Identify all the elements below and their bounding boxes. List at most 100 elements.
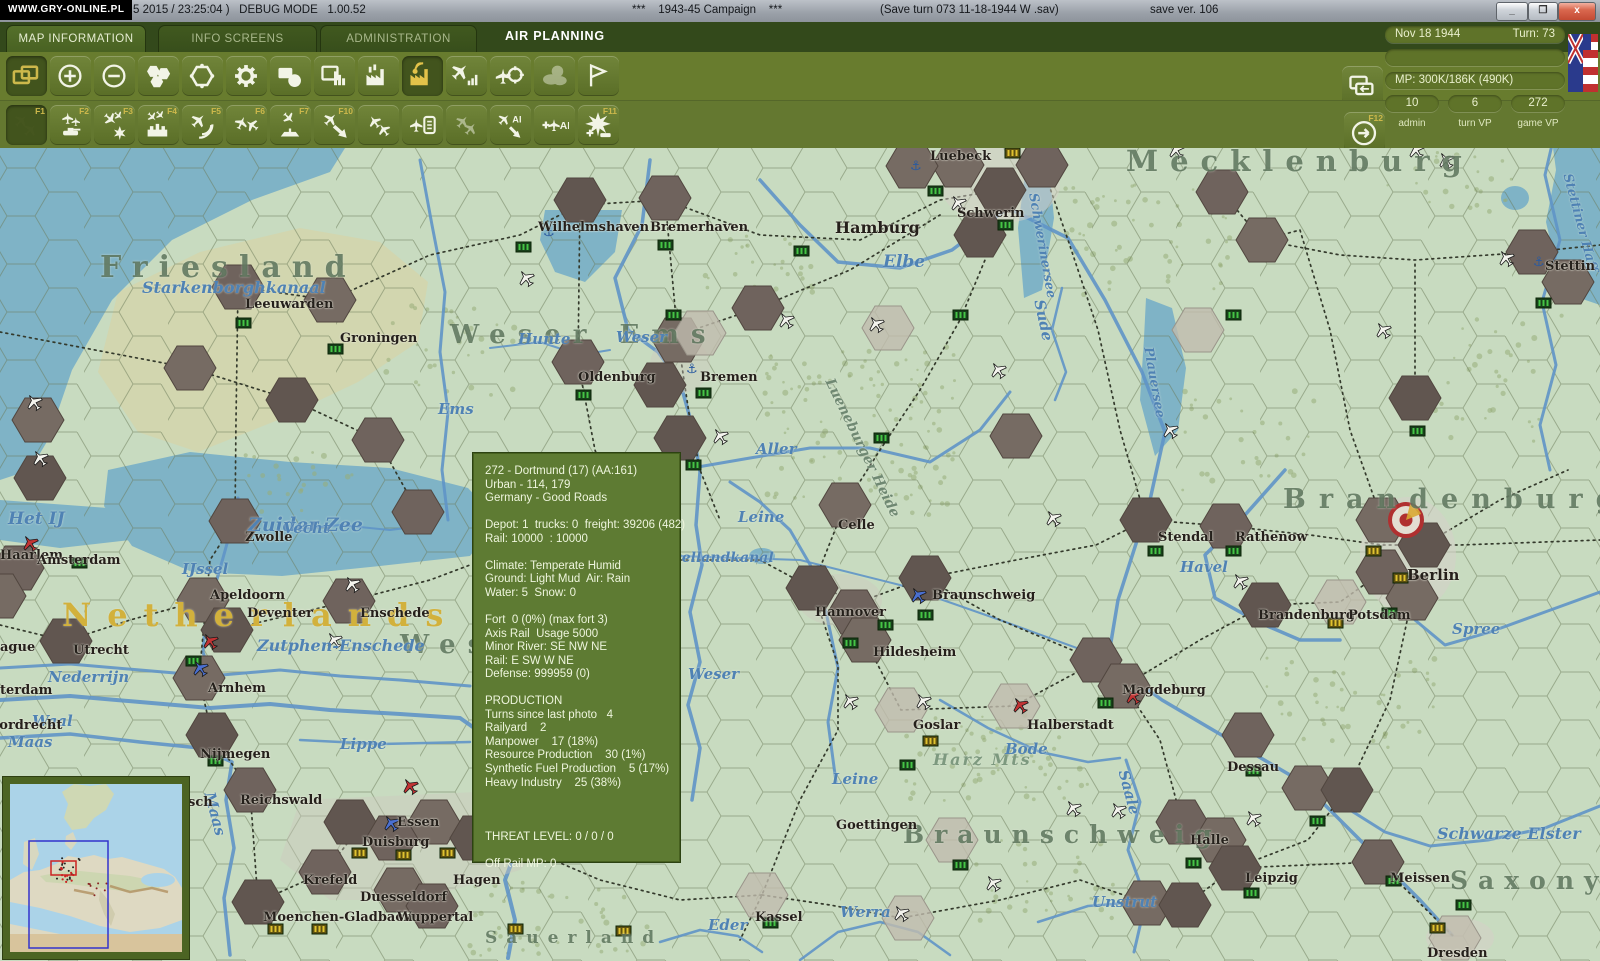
ground-unit-icon[interactable] bbox=[1310, 816, 1325, 826]
ground-attack-button-f3[interactable]: F3 bbox=[94, 105, 135, 145]
mp-pill: MP: 300K/186K (490K) bbox=[1385, 72, 1565, 89]
tooltip-line: Resource Production 30 (1%) bbox=[485, 749, 680, 763]
ground-unit-icon[interactable] bbox=[878, 620, 893, 630]
tooltip-line: Urban - 114, 179 bbox=[485, 479, 680, 493]
stat-pill: 6 bbox=[1448, 95, 1502, 112]
bomb-city-button-f11[interactable]: F11 bbox=[578, 105, 619, 145]
toggle-counters-button[interactable] bbox=[270, 56, 311, 96]
ground-unit-icon[interactable] bbox=[918, 610, 933, 620]
save-version: save ver. 106 bbox=[1150, 4, 1218, 16]
tooltip-line: Defense: 999959 (0) bbox=[485, 668, 680, 682]
campaign-title: *** 1943-45 Campaign *** bbox=[632, 4, 782, 16]
allies-flag-icon bbox=[1568, 34, 1598, 92]
ground-unit-icon[interactable] bbox=[1005, 148, 1020, 158]
ground-unit-icon[interactable] bbox=[208, 756, 223, 766]
zoom-in-button[interactable] bbox=[50, 56, 91, 96]
ground-unit-icon[interactable] bbox=[1386, 876, 1401, 886]
ground-unit-icon[interactable] bbox=[440, 848, 455, 858]
air-doctrine-button[interactable] bbox=[402, 105, 443, 145]
ground-unit-icon[interactable] bbox=[576, 390, 591, 400]
ground-unit-icon[interactable] bbox=[686, 460, 701, 470]
minimize-button[interactable]: _ bbox=[1496, 2, 1528, 21]
ground-unit-icon[interactable] bbox=[616, 926, 631, 936]
ground-unit-icon[interactable] bbox=[1430, 923, 1445, 933]
zoom-out-button[interactable] bbox=[94, 56, 135, 96]
minimap[interactable] bbox=[2, 776, 190, 960]
ground-unit-icon[interactable] bbox=[1328, 618, 1343, 628]
ground-unit-icon[interactable] bbox=[1226, 310, 1241, 320]
tab-administration[interactable]: ADMINISTRATION bbox=[320, 25, 477, 53]
air-planning-mode-label: AIR PLANNING bbox=[505, 29, 605, 43]
date-turn-pill: Nov 18 1944 Turn: 73 bbox=[1385, 26, 1565, 43]
ground-unit-icon[interactable] bbox=[268, 924, 283, 934]
air-display-button[interactable] bbox=[446, 56, 487, 96]
air-group-button[interactable] bbox=[358, 105, 399, 145]
air-auto-button[interactable] bbox=[446, 105, 487, 145]
weather-display-button[interactable] bbox=[534, 56, 575, 96]
ground-unit-icon[interactable] bbox=[1226, 546, 1241, 556]
ground-unit-icon[interactable] bbox=[1366, 546, 1381, 556]
tooltip-line: Synthetic Fuel Production 5 (17%) bbox=[485, 763, 680, 777]
ground-unit-icon[interactable] bbox=[923, 736, 938, 746]
ground-unit-icon[interactable] bbox=[658, 240, 673, 250]
air-transfer-button-f10[interactable]: F10 bbox=[314, 105, 355, 145]
tooltip-line: PRODUCTION bbox=[485, 695, 680, 709]
ground-unit-icon[interactable] bbox=[1410, 426, 1425, 436]
ground-unit-icon[interactable] bbox=[874, 433, 889, 443]
close-button[interactable]: x bbox=[1558, 2, 1596, 21]
tab-map-information[interactable]: MAP INFORMATION bbox=[6, 25, 146, 53]
city-production-display-button[interactable] bbox=[402, 56, 443, 96]
factory-display-button[interactable] bbox=[358, 56, 399, 96]
ground-unit-icon[interactable] bbox=[953, 310, 968, 320]
ground-unit-icon[interactable] bbox=[508, 924, 523, 934]
ground-unit-icon[interactable] bbox=[1536, 298, 1551, 308]
ground-unit-icon[interactable] bbox=[1393, 573, 1408, 583]
ground-unit-icon[interactable] bbox=[236, 318, 251, 328]
jump-map-button[interactable] bbox=[6, 56, 47, 96]
air-target-button[interactable] bbox=[490, 56, 531, 96]
ground-unit-icon[interactable] bbox=[328, 344, 343, 354]
naval-patrol-button-f7[interactable]: F7 bbox=[270, 105, 311, 145]
ground-unit-icon[interactable] bbox=[1382, 608, 1397, 618]
ground-unit-icon[interactable] bbox=[843, 638, 858, 648]
settings-button[interactable] bbox=[226, 56, 267, 96]
ai-air-transfer-button[interactable]: AI bbox=[490, 105, 531, 145]
ground-unit-icon[interactable] bbox=[900, 760, 915, 770]
ground-unit-icon[interactable] bbox=[396, 850, 411, 860]
game-vp-pill: 272 game VP bbox=[1511, 95, 1565, 129]
ground-unit-icon[interactable] bbox=[72, 558, 87, 568]
flag-display-button[interactable] bbox=[578, 56, 619, 96]
end-turn-button-f12[interactable]: F12 bbox=[1344, 112, 1385, 152]
air-superiority-button-f6[interactable]: F6 bbox=[226, 105, 267, 145]
recon-button-f5[interactable]: F5 bbox=[182, 105, 223, 145]
ground-unit-icon[interactable] bbox=[763, 918, 778, 928]
ground-unit-icon[interactable] bbox=[312, 924, 327, 934]
ground-unit-icon[interactable] bbox=[794, 246, 809, 256]
tooltip-line: Water: 5 Snow: 0 bbox=[485, 587, 680, 601]
air-directives-button-f1[interactable]: F1 bbox=[6, 105, 47, 145]
ground-unit-icon[interactable] bbox=[1186, 858, 1201, 868]
ground-unit-icon[interactable] bbox=[998, 220, 1013, 230]
ground-unit-icon[interactable] bbox=[1246, 766, 1261, 776]
ai-air-button[interactable]: AI bbox=[534, 105, 575, 145]
hex-info-button[interactable] bbox=[138, 56, 179, 96]
restore-button[interactable]: ❐ bbox=[1528, 2, 1558, 21]
ground-unit-icon[interactable] bbox=[928, 186, 943, 196]
ground-unit-icon[interactable] bbox=[1148, 546, 1163, 556]
game-map[interactable]: ⚓⚓⚓⚓ bbox=[0, 148, 1600, 961]
ground-unit-icon[interactable] bbox=[352, 848, 367, 858]
ground-unit-icon[interactable] bbox=[516, 242, 531, 252]
toggle-charts-button[interactable] bbox=[314, 56, 355, 96]
ground-unit-icon[interactable] bbox=[1456, 900, 1471, 910]
ground-unit-icon[interactable] bbox=[1098, 698, 1113, 708]
tooltip-line: Germany - Good Roads bbox=[485, 492, 680, 506]
ground-unit-icon[interactable] bbox=[696, 388, 711, 398]
ground-unit-icon[interactable] bbox=[1244, 888, 1259, 898]
strategic-bombing-button-f4[interactable]: F4 bbox=[138, 105, 179, 145]
admin-points-pill: 10 admin bbox=[1385, 95, 1439, 129]
ground-unit-icon[interactable] bbox=[666, 310, 681, 320]
ground-unit-icon[interactable] bbox=[953, 860, 968, 870]
tab-info-screens[interactable]: INFO SCREENS bbox=[158, 25, 317, 53]
ground-support-button-f2[interactable]: F2 bbox=[50, 105, 91, 145]
hex-select-button[interactable] bbox=[182, 56, 223, 96]
